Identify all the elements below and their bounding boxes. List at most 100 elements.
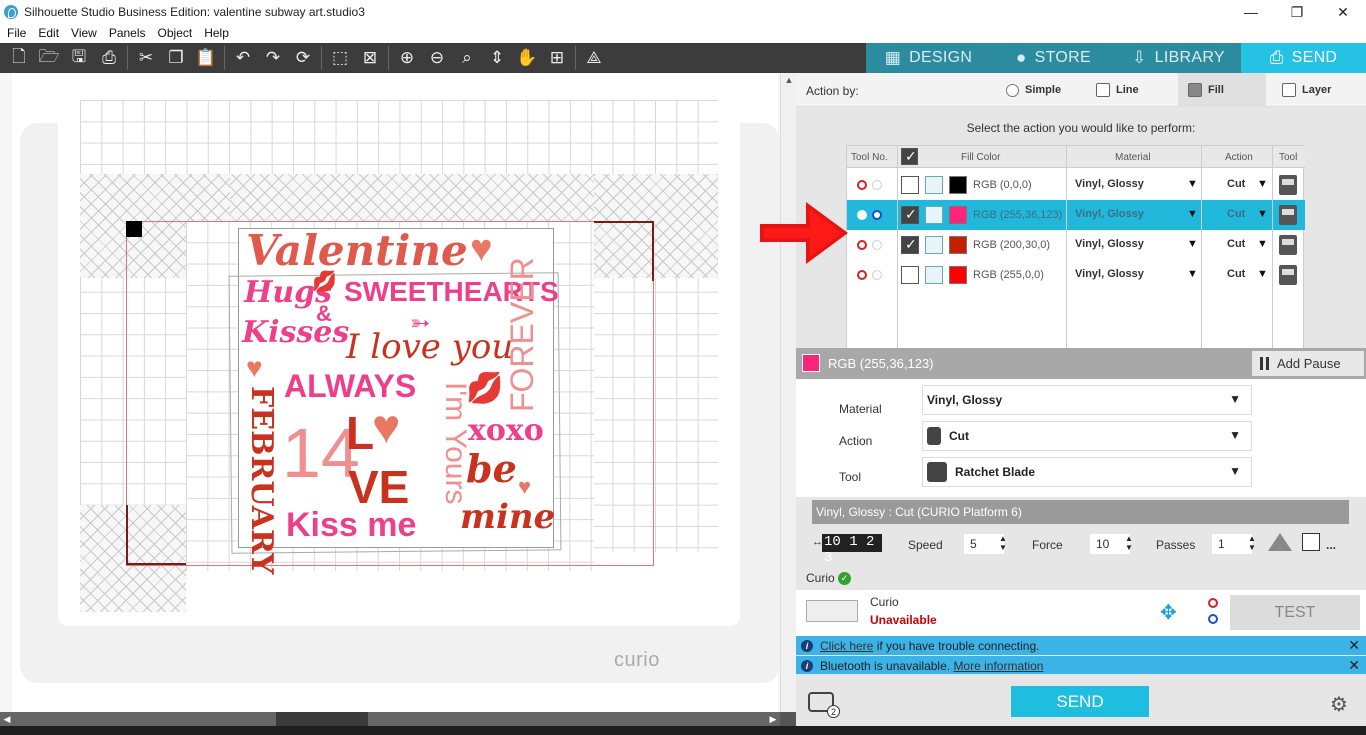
menu-object[interactable]: Object (151, 26, 198, 40)
force-stepper[interactable]: ▲ ▼ (1125, 534, 1133, 552)
send-queue-icon[interactable]: 2 (808, 692, 840, 718)
close-icon[interactable]: ✕ (1348, 657, 1360, 674)
table-row-selected[interactable]: RGB (255,36,123) Vinyl, Glossy ▼ Cut ▼ (847, 200, 1305, 230)
zoom-out-icon[interactable]: ⊖ (422, 43, 452, 73)
advanced-settings-icon[interactable] (1302, 533, 1320, 551)
material-select[interactable]: Vinyl, Glossy ▼ (922, 385, 1252, 415)
select-all-checkbox[interactable] (901, 148, 918, 165)
row-checkbox[interactable] (901, 206, 919, 224)
fit-to-page-icon[interactable]: ⊞ (542, 43, 572, 73)
line-segment-overcut-icon[interactable] (1268, 533, 1292, 551)
redo-icon[interactable]: ↷ (258, 43, 288, 73)
close-icon[interactable]: ✕ (1348, 637, 1360, 654)
scrollbar-thumb[interactable] (276, 712, 368, 726)
material-dropdown-arrow[interactable]: ▼ (1187, 208, 1198, 220)
redraw-icon[interactable]: ⟳ (288, 43, 318, 73)
action-dropdown-arrow[interactable]: ▼ (1257, 238, 1268, 250)
gear-icon[interactable]: ⚙ (1330, 692, 1348, 717)
zoom-in-icon[interactable]: ⊕ (392, 43, 422, 73)
tool-1-dot[interactable] (857, 180, 867, 190)
add-pause-button[interactable]: Add Pause (1252, 351, 1364, 376)
deselect-icon[interactable]: ⊠ (355, 43, 385, 73)
table-row[interactable]: RGB (255,0,0) Vinyl, Glossy ▼ Cut ▼ (847, 260, 1305, 290)
art-word: be (466, 446, 517, 491)
undo-icon[interactable]: ↶ (228, 43, 258, 73)
menu-file[interactable]: File (0, 26, 31, 40)
horizontal-scrollbar[interactable]: ◀ ▶ (0, 712, 780, 726)
action-dropdown-arrow[interactable]: ▼ (1257, 268, 1268, 280)
material-dropdown-arrow[interactable]: ▼ (1187, 238, 1198, 250)
blade-depth-display[interactable]: 10 1 2 3 (822, 534, 882, 566)
more-options[interactable]: ... (1326, 538, 1336, 552)
click-here-link[interactable]: Click here (820, 639, 873, 653)
select-all-icon[interactable]: ⬚ (325, 43, 355, 73)
copy-icon[interactable]: ❐ (161, 43, 191, 73)
send-button[interactable]: SEND (1011, 686, 1149, 717)
table-row[interactable]: RGB (0,0,0) Vinyl, Glossy ▼ Cut ▼ (847, 170, 1305, 200)
scroll-right-arrow[interactable]: ▶ (766, 712, 780, 726)
pan-hand-icon[interactable]: ✋ (512, 43, 542, 73)
trace-icon[interactable]: ⟁ (579, 43, 609, 73)
action-by-fill[interactable]: Fill (1178, 73, 1266, 107)
action-dropdown-arrow[interactable]: ▼ (1257, 178, 1268, 190)
tool-1-dot[interactable] (857, 270, 867, 280)
force-input[interactable]: 10 (1090, 534, 1130, 554)
speed-stepper[interactable]: ▲ ▼ (999, 534, 1007, 552)
save-icon[interactable]: 🖫 (64, 43, 94, 73)
tool-2-dot[interactable] (872, 270, 882, 280)
action-select[interactable]: Cut ▼ (922, 421, 1252, 451)
drag-zoom-icon[interactable]: ⇕ (482, 43, 512, 73)
tab-store[interactable]: ● STORE (991, 43, 1116, 73)
passes-stepper[interactable]: ▲ ▼ (1248, 534, 1256, 552)
menu-help[interactable]: Help (197, 26, 234, 40)
action-value[interactable]: Cut (1227, 238, 1245, 250)
tab-library[interactable]: ⇩ LIBRARY (1116, 43, 1241, 73)
menu-view[interactable]: View (64, 26, 102, 40)
action-value[interactable]: Cut (1227, 268, 1245, 280)
tool-2-dot[interactable] (872, 210, 882, 220)
window-title: Silhouette Studio Business Edition: vale… (24, 5, 365, 19)
tool-2-dot[interactable] (872, 180, 882, 190)
menu-panels[interactable]: Panels (102, 26, 151, 40)
row-checkbox[interactable] (901, 236, 919, 254)
minimize-button[interactable]: — (1228, 0, 1274, 24)
tab-send[interactable]: ⎙ SEND (1241, 43, 1366, 73)
action-by-simple[interactable]: Simple (996, 73, 1071, 107)
material-value[interactable]: Vinyl, Glossy (1075, 268, 1144, 280)
material-dropdown-arrow[interactable]: ▼ (1187, 178, 1198, 190)
cut-scissors-icon[interactable]: ✂ (131, 43, 161, 73)
tool-1-dot[interactable] (857, 210, 867, 220)
material-value[interactable]: Vinyl, Glossy (1075, 208, 1144, 220)
action-value[interactable]: Cut (1227, 178, 1245, 190)
more-information-link[interactable]: More information (953, 659, 1043, 673)
zoom-selection-icon[interactable]: ⌕ (452, 43, 482, 73)
action-by-line[interactable]: Line (1086, 73, 1149, 107)
action-by-layer[interactable]: Layer (1272, 73, 1341, 107)
tool-1-dot[interactable] (857, 240, 867, 250)
close-window-button[interactable]: ✕ (1320, 0, 1366, 24)
maximize-button[interactable]: ❐ (1274, 0, 1320, 24)
open-folder-icon[interactable]: 🗁 (34, 43, 64, 73)
tool-2-dot[interactable] (872, 240, 882, 250)
scroll-left-arrow[interactable]: ◀ (0, 712, 14, 726)
material-dropdown-arrow[interactable]: ▼ (1187, 268, 1198, 280)
new-file-icon[interactable]: 🗋 (4, 43, 34, 73)
passes-input[interactable]: 1 (1212, 534, 1252, 554)
action-dropdown-arrow[interactable]: ▼ (1257, 208, 1268, 220)
menu-edit[interactable]: Edit (31, 26, 64, 40)
action-value[interactable]: Cut (1227, 208, 1245, 220)
row-checkbox[interactable] (901, 266, 919, 284)
material-value[interactable]: Vinyl, Glossy (1075, 238, 1144, 250)
paste-icon[interactable]: 📋 (191, 43, 221, 73)
move-arrows-icon[interactable]: ✥ (1160, 600, 1177, 625)
print-icon[interactable]: ⎙ (94, 43, 124, 73)
material-value[interactable]: Vinyl, Glossy (1075, 178, 1144, 190)
table-row[interactable]: RGB (200,30,0) Vinyl, Glossy ▼ Cut ▼ (847, 230, 1305, 260)
tool-select[interactable]: Ratchet Blade ▼ (922, 457, 1252, 487)
scroll-up-arrow[interactable]: ▲ (781, 73, 797, 87)
tab-design[interactable]: ▦ DESIGN (866, 43, 991, 73)
speed-input[interactable]: 5 (964, 534, 1004, 554)
row-checkbox[interactable] (901, 176, 919, 194)
vertical-scrollbar[interactable]: ▲ ▼ (780, 73, 796, 726)
test-button[interactable]: TEST (1230, 595, 1360, 630)
